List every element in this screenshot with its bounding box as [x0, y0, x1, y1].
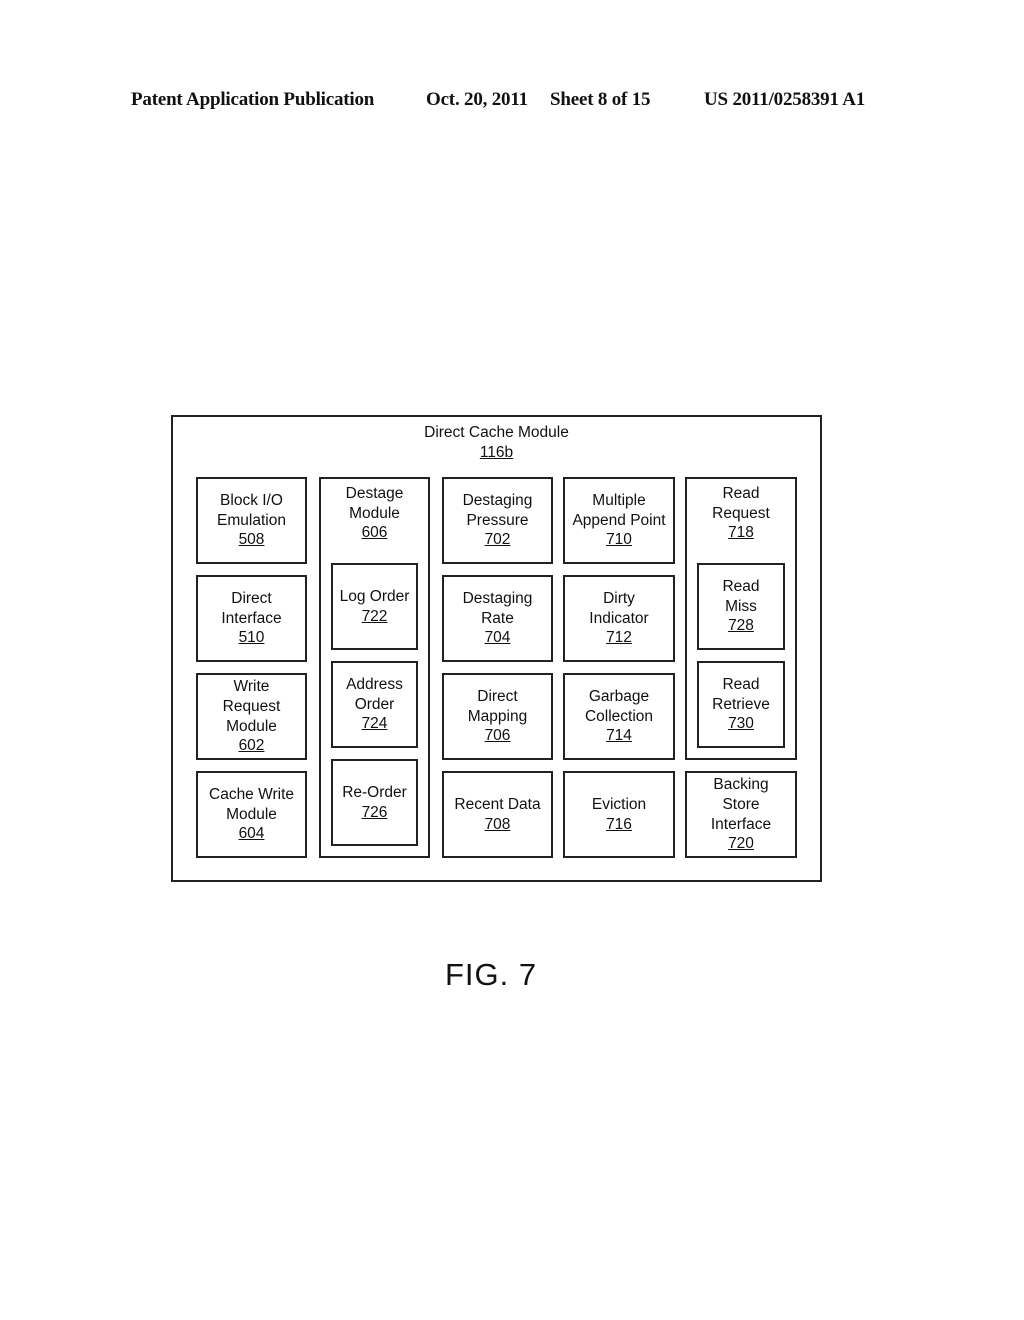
- block-ref: 726: [361, 803, 388, 821]
- figure-label: FIG. 7: [445, 957, 538, 992]
- cache-write-module-box: Cache Write Module 604: [196, 771, 307, 858]
- block-label: Cache Write Module: [209, 786, 294, 823]
- block-ref: 730: [728, 715, 754, 733]
- block-label: Block I/O Emulation: [217, 492, 286, 529]
- block-label: Direct Mapping: [467, 688, 528, 725]
- block-ref: 606: [361, 524, 388, 542]
- direct-mapping-box: Direct Mapping 706: [442, 673, 553, 760]
- block-label: Destage Module: [345, 485, 404, 522]
- block-label: Read Miss: [722, 578, 760, 615]
- recent-data-box: Recent Data 708: [442, 771, 553, 858]
- direct-cache-module-ref: 116b: [479, 443, 514, 461]
- block-label: Re-Order: [342, 784, 407, 801]
- eviction-box: Eviction 716: [563, 771, 675, 858]
- block-ref: 722: [361, 607, 388, 625]
- block-label: Backing Store Interface: [710, 776, 772, 833]
- publication-date: Oct. 20, 2011: [426, 89, 528, 110]
- address-order-box: Address Order 724: [331, 661, 418, 748]
- block-ref: 720: [728, 835, 754, 853]
- multiple-append-point-box: Multiple Append Point 710: [563, 477, 675, 564]
- read-miss-box: Read Miss 728: [697, 563, 785, 650]
- block-label: Read Request: [712, 485, 770, 522]
- destaging-rate-box: Destaging Rate 704: [442, 575, 553, 662]
- block-label: Destaging Pressure: [462, 492, 533, 529]
- block-label: Read Retrieve: [712, 676, 770, 713]
- block-io-emulation-box: Block I/O Emulation 508: [196, 477, 307, 564]
- block-ref: 702: [484, 531, 511, 549]
- block-ref: 718: [728, 524, 754, 542]
- write-request-module-box: Write Request Module 602: [196, 673, 307, 760]
- block-ref: 724: [361, 715, 388, 733]
- block-label: Eviction: [591, 795, 647, 813]
- block-ref: 716: [606, 815, 632, 833]
- patent-number: US 2011/0258391 A1: [704, 89, 866, 110]
- sheet-number: Sheet 8 of 15: [550, 89, 651, 110]
- block-ref: 712: [606, 629, 632, 647]
- publication-title: Patent Application Publication: [131, 89, 375, 110]
- destaging-pressure-box: Destaging Pressure 702: [442, 477, 553, 564]
- block-label: Garbage Collection: [584, 688, 654, 725]
- block-ref: 604: [238, 825, 265, 843]
- backing-store-interface-box: Backing Store Interface 720: [685, 771, 797, 858]
- log-order-box: Log Order 722: [331, 563, 418, 650]
- block-ref: 704: [484, 629, 511, 647]
- block-ref: 706: [484, 727, 511, 745]
- block-ref: 508: [238, 531, 265, 549]
- re-order-box: Re-Order 726: [331, 759, 418, 846]
- block-label: Address Order: [346, 676, 403, 713]
- block-label: Log Order: [339, 588, 410, 605]
- block-ref: 602: [238, 737, 265, 755]
- block-ref: 728: [728, 617, 754, 635]
- direct-cache-module-label: Direct Cache Module: [424, 424, 569, 441]
- block-label: Write Request Module: [222, 678, 281, 735]
- block-ref: 714: [606, 727, 632, 745]
- garbage-collection-box: Garbage Collection 714: [563, 673, 675, 760]
- block-ref: 510: [238, 629, 265, 647]
- block-label: Destaging Rate: [462, 590, 533, 627]
- direct-interface-box: Direct Interface 510: [196, 575, 307, 662]
- block-label: Multiple Append Point: [572, 492, 666, 529]
- block-ref: 708: [484, 815, 511, 833]
- block-label: Direct Interface: [221, 590, 282, 627]
- block-ref: 710: [606, 531, 632, 549]
- dirty-indicator-box: Dirty Indicator 712: [563, 575, 675, 662]
- read-retrieve-box: Read Retrieve 730: [697, 661, 785, 748]
- block-label: Dirty Indicator: [589, 590, 649, 627]
- block-label: Recent Data: [454, 795, 541, 813]
